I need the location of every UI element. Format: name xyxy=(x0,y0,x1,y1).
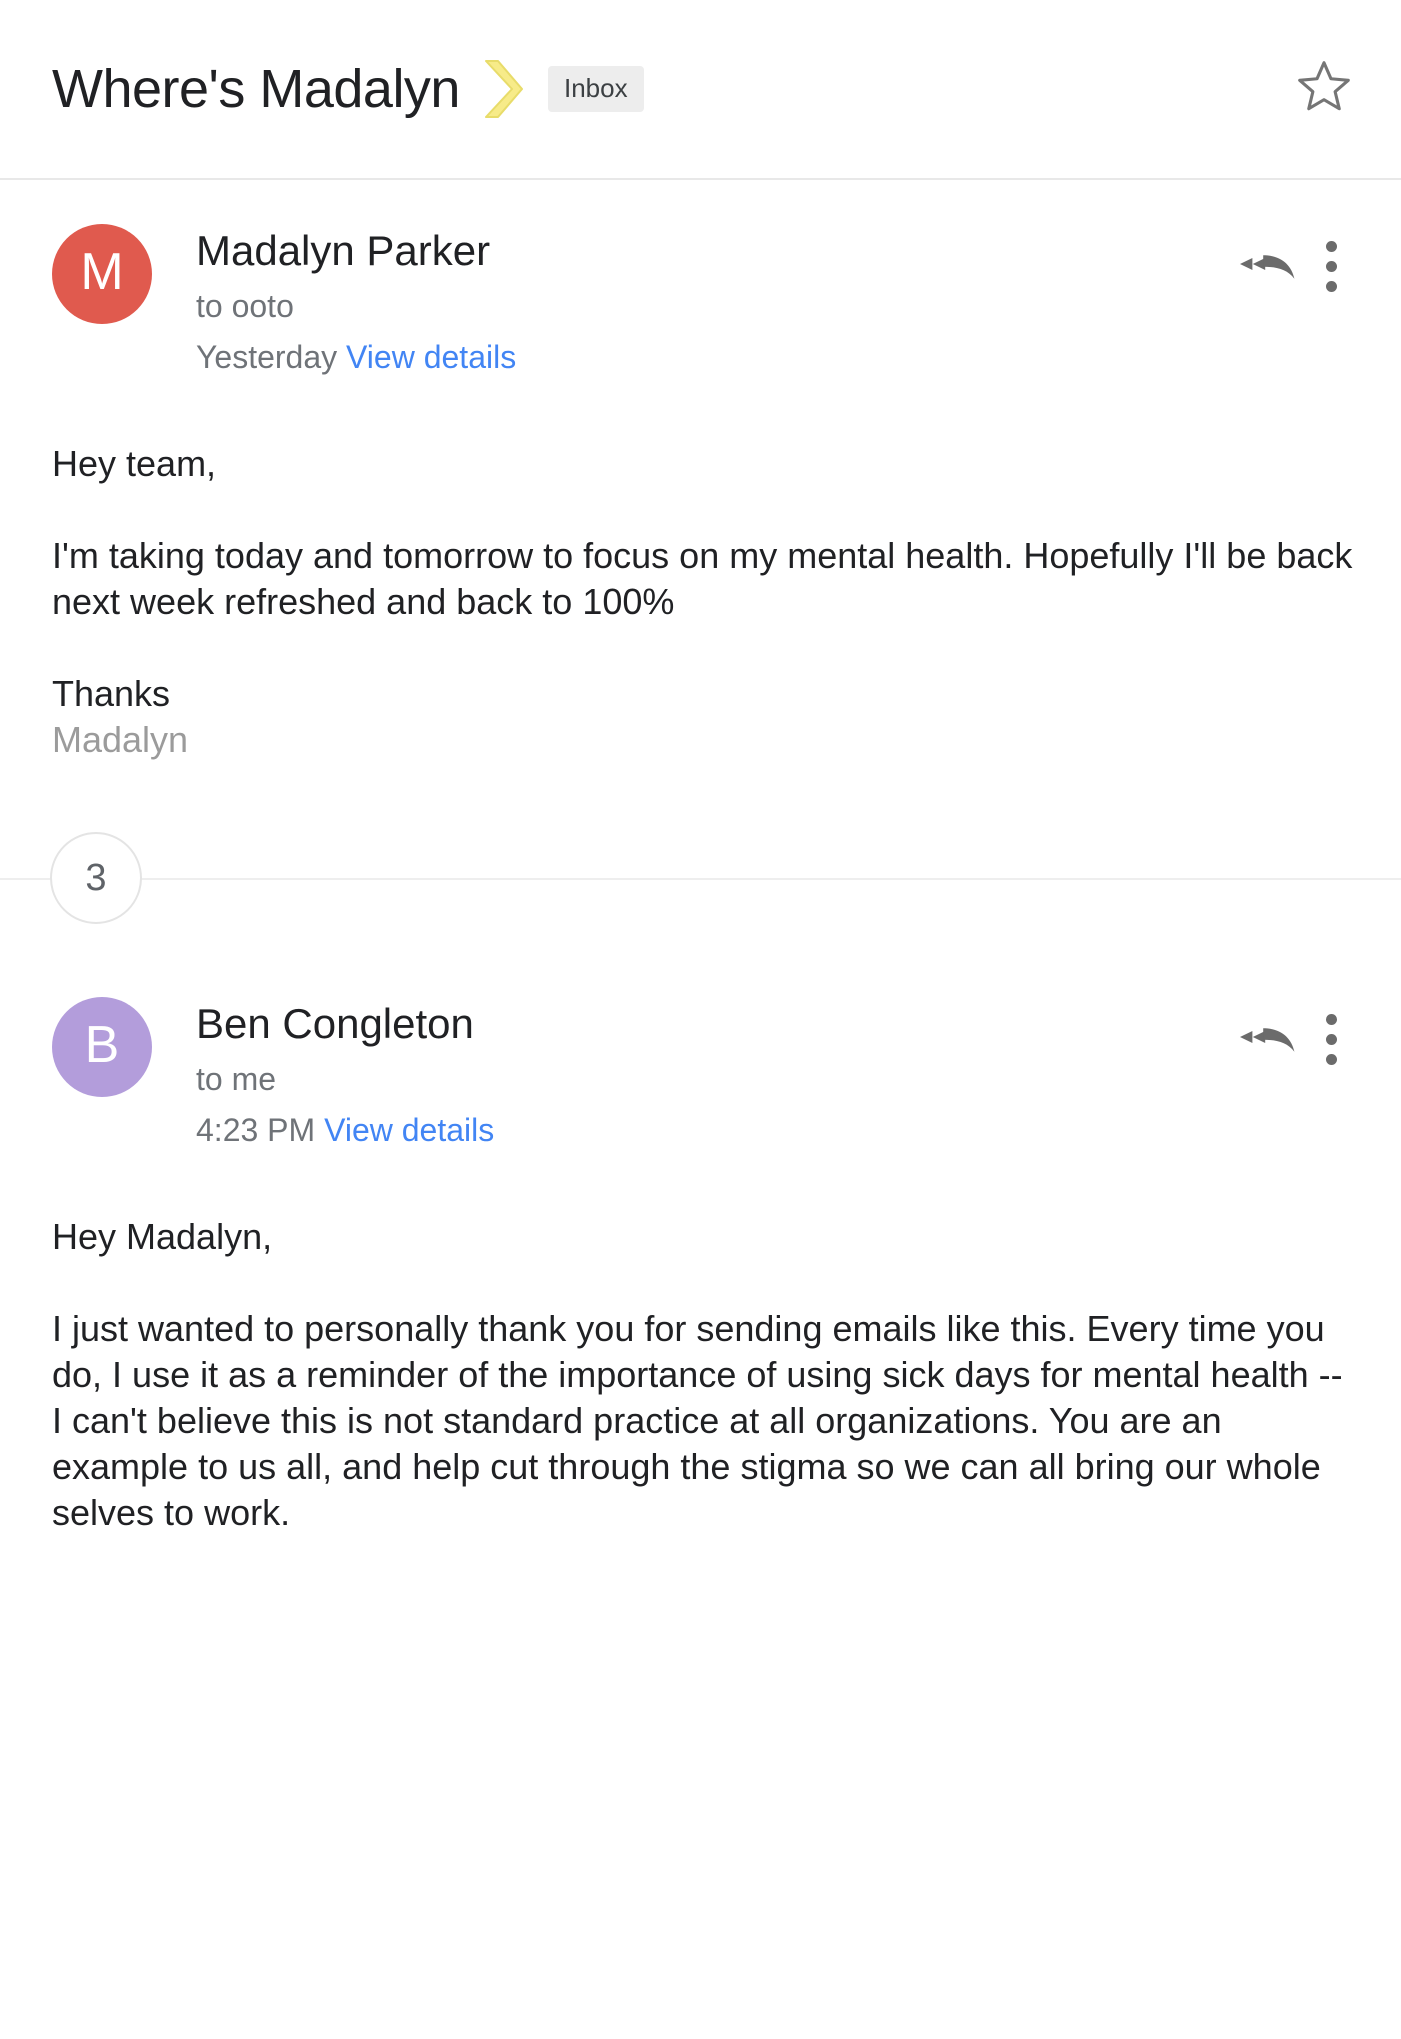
message-header[interactable]: M Madalyn Parker to ooto Yesterday View … xyxy=(52,180,1359,383)
label-chip-inbox[interactable]: Inbox xyxy=(547,66,644,112)
reply-all-icon xyxy=(1236,1013,1298,1066)
recipient-line[interactable]: to me xyxy=(196,1055,1231,1105)
recipient-line[interactable]: to ooto xyxy=(196,282,1231,332)
timestamp: 4:23 PM xyxy=(196,1112,316,1149)
more-vertical-icon xyxy=(1325,1013,1337,1065)
email-thread-screen: Where's Madalyn Inbox M Madalyn Parker t… xyxy=(0,0,1401,2039)
message-meta: Madalyn Parker to ooto Yesterday View de… xyxy=(152,224,1231,383)
timestamp: Yesterday xyxy=(196,339,338,376)
message-actions xyxy=(1231,224,1359,300)
view-details-link[interactable]: View details xyxy=(346,339,516,375)
yellow-chevron-label-icon xyxy=(482,58,526,120)
bottom-spacer xyxy=(0,1536,1401,1582)
page-title: Where's Madalyn xyxy=(52,59,460,119)
star-button[interactable] xyxy=(1285,50,1363,128)
body-signoff: Thanks xyxy=(52,672,171,714)
collapsed-messages-count[interactable]: 3 xyxy=(50,832,142,925)
avatar[interactable]: M xyxy=(52,224,152,324)
reply-all-button[interactable] xyxy=(1231,1005,1303,1073)
sender-name: Madalyn Parker xyxy=(196,227,491,274)
collapsed-messages-divider[interactable]: 3 xyxy=(0,803,1401,953)
more-options-button[interactable] xyxy=(1303,1005,1359,1073)
reply-all-icon xyxy=(1236,240,1298,293)
message-header[interactable]: B Ben Congleton to me 4:23 PM View detai… xyxy=(52,953,1359,1156)
subject-header: Where's Madalyn Inbox xyxy=(0,0,1401,180)
divider-rule xyxy=(0,878,1401,881)
body-greeting: Hey team, xyxy=(52,442,217,484)
message-body: Hey Madalyn, I just wanted to personally… xyxy=(52,1156,1359,1536)
message-actions xyxy=(1231,997,1359,1073)
subject-header-left: Where's Madalyn Inbox xyxy=(52,58,1265,120)
sender-name: Ben Congleton xyxy=(196,1000,474,1048)
timestamp-line: 4:23 PM View details xyxy=(196,1106,1231,1156)
body-signature: Madalyn xyxy=(52,719,189,761)
message-madalyn-parker: M Madalyn Parker to ooto Yesterday View … xyxy=(0,180,1401,763)
reply-all-button[interactable] xyxy=(1231,232,1303,300)
timestamp-line: Yesterday View details xyxy=(196,333,1231,383)
message-body: Hey team, I'm taking today and tomorrow … xyxy=(52,383,1359,763)
star-outline-icon xyxy=(1293,56,1355,123)
more-vertical-icon xyxy=(1325,240,1337,292)
view-details-link[interactable]: View details xyxy=(324,1112,494,1148)
body-greeting: Hey Madalyn, xyxy=(52,1215,273,1257)
body-paragraph: I'm taking today and tomorrow to focus o… xyxy=(52,534,1353,622)
message-meta: Ben Congleton to me 4:23 PM View details xyxy=(152,997,1231,1156)
avatar[interactable]: B xyxy=(52,997,152,1098)
body-paragraph: I just wanted to personally thank you fo… xyxy=(52,1307,1343,1534)
message-ben-congleton: B Ben Congleton to me 4:23 PM View detai… xyxy=(0,953,1401,1536)
more-options-button[interactable] xyxy=(1303,232,1359,300)
